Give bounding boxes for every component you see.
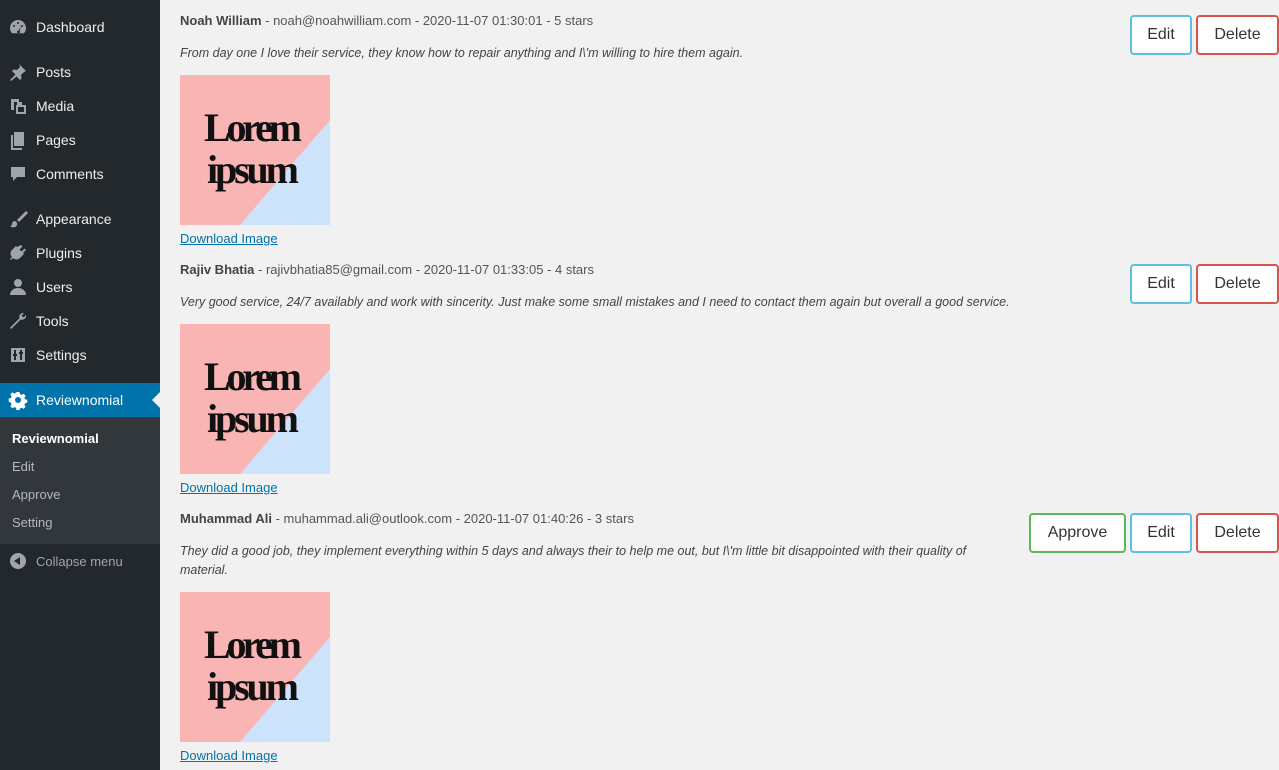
menu-label: Posts — [36, 64, 72, 80]
download-image-link[interactable]: Download Image — [180, 480, 278, 495]
menu-media[interactable]: Media — [0, 89, 160, 123]
menu-posts[interactable]: Posts — [0, 55, 160, 89]
menu-label: Users — [36, 279, 73, 295]
review-meta: Rajiv Bhatia - rajivbhatia85@gmail.com -… — [180, 262, 594, 277]
delete-button[interactable]: Delete — [1196, 513, 1279, 553]
menu-label: Reviewnomial — [36, 392, 124, 408]
menu-label: Dashboard — [36, 19, 105, 35]
brush-icon — [0, 202, 36, 236]
menu-dashboard[interactable]: Dashboard — [0, 10, 160, 44]
review-details: - rajivbhatia85@gmail.com - 2020-11-07 0… — [254, 262, 594, 277]
pages-icon — [0, 123, 36, 157]
image-text-line1: Lorem — [204, 622, 302, 667]
collapse-arrow-icon — [0, 544, 36, 578]
menu-settings[interactable]: Settings — [0, 338, 160, 372]
image-text-line2: ipsum — [207, 147, 299, 192]
pin-icon — [0, 55, 36, 89]
reviews-list: Noah William - noah@noahwilliam.com - 20… — [160, 0, 1279, 770]
review-item: Rajiv Bhatia - rajivbhatia85@gmail.com -… — [180, 262, 1279, 502]
review-image: Lorem ipsum — [180, 75, 330, 225]
review-details: - noah@noahwilliam.com - 2020-11-07 01:3… — [261, 13, 594, 28]
review-image: Lorem ipsum — [180, 592, 330, 742]
submenu-approve[interactable]: Approve — [12, 487, 60, 502]
review-details: - muhammad.ali@outlook.com - 2020-11-07 … — [271, 511, 634, 526]
menu-pages[interactable]: Pages — [0, 123, 160, 157]
dashboard-icon — [0, 10, 36, 44]
submenu-reviewnomial[interactable]: Reviewnomial — [12, 431, 99, 446]
gear-icon — [0, 383, 36, 417]
reviewer-name: Noah William — [180, 13, 262, 28]
menu-label: Tools — [36, 313, 69, 329]
menu-appearance[interactable]: Appearance — [0, 202, 160, 236]
review-item: Noah William - noah@noahwilliam.com - 20… — [180, 13, 1279, 253]
menu-plugins[interactable]: Plugins — [0, 236, 160, 270]
image-text-line2: ipsum — [207, 664, 299, 709]
review-text: They did a good job, they implement ever… — [180, 544, 967, 577]
reviewer-name: Muhammad Ali — [180, 511, 272, 526]
menu-label: Pages — [36, 132, 76, 148]
submenu-edit[interactable]: Edit — [12, 459, 34, 474]
review-image: Lorem ipsum — [180, 324, 330, 474]
delete-button[interactable]: Delete — [1196, 15, 1279, 55]
menu-label: Appearance — [36, 211, 112, 227]
collapse-label: Collapse menu — [36, 553, 123, 569]
download-image-link[interactable]: Download Image — [180, 231, 278, 246]
menu-tools[interactable]: Tools — [0, 304, 160, 338]
approve-button[interactable]: Approve — [1029, 513, 1126, 553]
review-meta: Noah William - noah@noahwilliam.com - 20… — [180, 13, 593, 28]
settings-sliders-icon — [0, 338, 36, 372]
review-meta: Muhammad Ali - muhammad.ali@outlook.com … — [180, 511, 634, 526]
review-item: Muhammad Ali - muhammad.ali@outlook.com … — [180, 511, 1279, 766]
image-text-line2: ipsum — [207, 396, 299, 441]
plugin-icon — [0, 236, 36, 270]
review-text: From day one I love their service, they … — [180, 46, 744, 60]
image-text-line1: Lorem — [204, 354, 302, 399]
edit-button[interactable]: Edit — [1130, 264, 1192, 304]
admin-sidebar: Dashboard Posts Media Pages Comments App… — [0, 0, 160, 770]
menu-label: Plugins — [36, 245, 82, 261]
media-icon — [0, 89, 36, 123]
download-image-link[interactable]: Download Image — [180, 748, 278, 763]
delete-button[interactable]: Delete — [1196, 264, 1279, 304]
user-icon — [0, 270, 36, 304]
review-text: Very good service, 24/7 availably and wo… — [180, 295, 1010, 309]
edit-button[interactable]: Edit — [1130, 513, 1192, 553]
menu-label: Media — [36, 98, 75, 114]
reviewer-name: Rajiv Bhatia — [180, 262, 255, 277]
collapse-menu-button[interactable]: Collapse menu — [0, 544, 160, 578]
comment-icon — [0, 157, 36, 191]
menu-reviewnomial[interactable]: Reviewnomial — [0, 383, 160, 417]
menu-users[interactable]: Users — [0, 270, 160, 304]
wrench-icon — [0, 304, 36, 338]
submenu-setting[interactable]: Setting — [12, 515, 52, 530]
menu-label: Comments — [36, 166, 104, 182]
menu-comments[interactable]: Comments — [0, 157, 160, 191]
edit-button[interactable]: Edit — [1130, 15, 1192, 55]
reviewnomial-submenu: Reviewnomial Edit Approve Setting — [0, 417, 160, 544]
menu-label: Settings — [36, 347, 87, 363]
image-text-line1: Lorem — [204, 105, 302, 150]
